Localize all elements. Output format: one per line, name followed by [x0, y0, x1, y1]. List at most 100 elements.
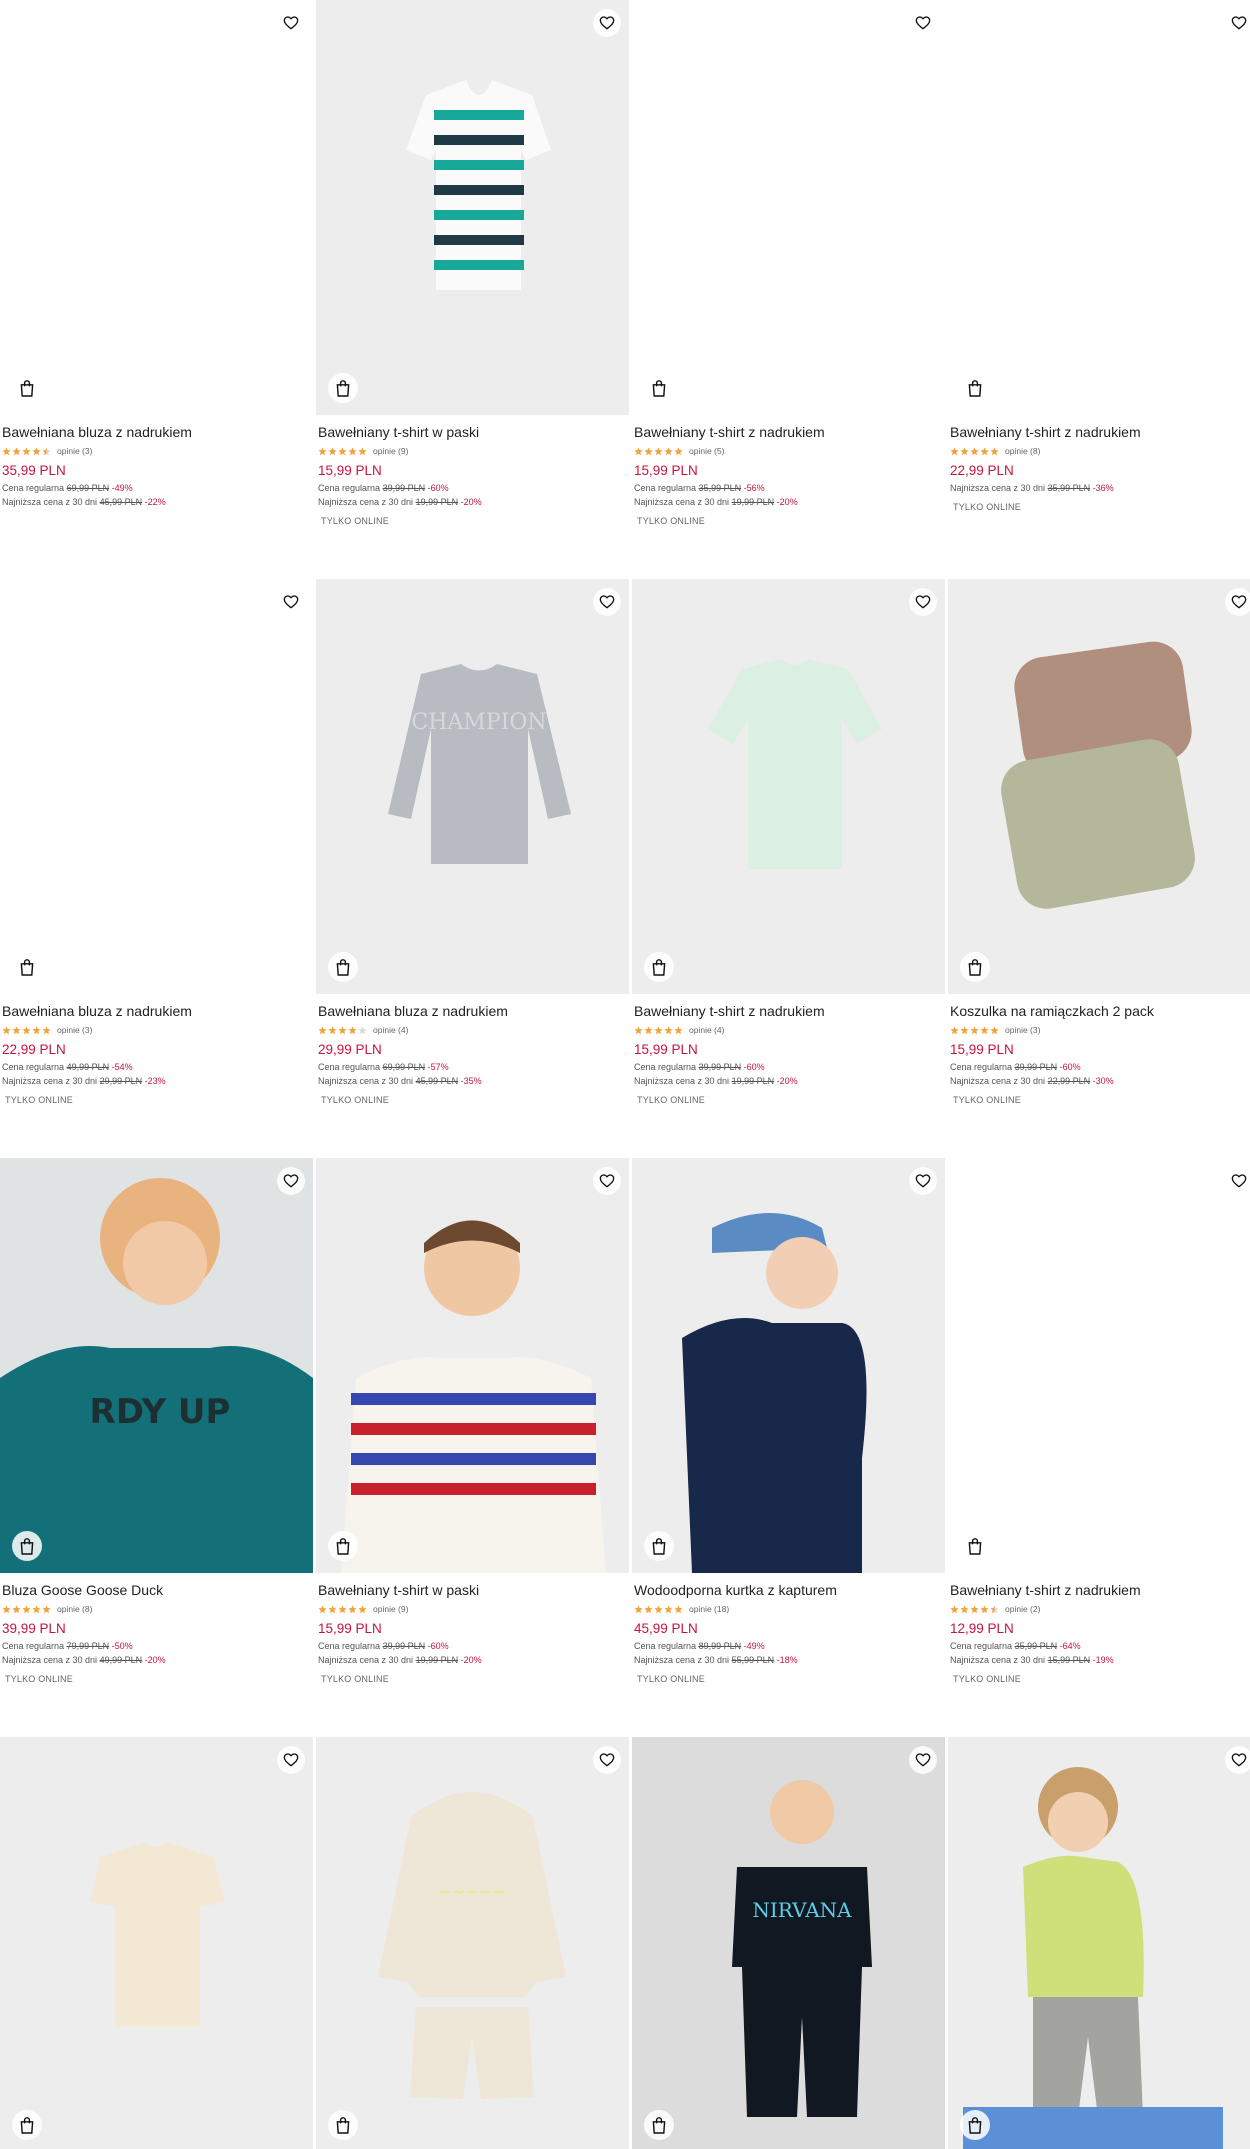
lowest-price-label: Najniższa cena z 30 dni	[950, 483, 1046, 493]
product-image[interactable]	[632, 0, 945, 415]
product-rating: opinie (3)	[950, 1024, 1250, 1036]
product-image[interactable]	[632, 579, 945, 994]
product-rating: opinie (2)	[950, 1603, 1250, 1615]
product-name[interactable]: Bawełniany t-shirt z nadrukiem	[950, 423, 1250, 441]
heart-outline-icon[interactable]	[277, 9, 305, 37]
product-name[interactable]: Koszulka na ramiączkach 2 pack	[950, 1002, 1250, 1020]
heart-outline-icon[interactable]	[277, 1167, 305, 1195]
heart-outline-icon[interactable]	[593, 1746, 621, 1774]
product-image[interactable]	[0, 579, 313, 994]
product-photo	[708, 659, 882, 869]
online-only-badge: TYLKO ONLINE	[953, 1674, 1021, 1684]
heart-outline-icon[interactable]	[1225, 1167, 1250, 1195]
product-image[interactable]: ~~~~~	[316, 1737, 629, 2149]
shopping-bag-icon[interactable]	[960, 1531, 990, 1561]
shopping-bag-icon[interactable]	[960, 2110, 990, 2140]
star-icon	[358, 1025, 367, 1034]
shopping-bag-icon[interactable]	[328, 952, 358, 982]
shopping-bag-icon[interactable]	[12, 952, 42, 982]
product-image[interactable]: RDY UP	[0, 1158, 313, 1573]
heart-outline-icon[interactable]	[909, 9, 937, 37]
heart-outline-icon[interactable]	[1225, 9, 1250, 37]
reviews-count[interactable]: opinie (2)	[1005, 1604, 1040, 1614]
product-image[interactable]	[0, 0, 313, 415]
heart-outline-icon[interactable]	[593, 1167, 621, 1195]
shopping-bag-icon[interactable]	[12, 1531, 42, 1561]
product-name[interactable]: Bawełniana bluza z nadrukiem	[318, 1002, 623, 1020]
star-icon	[318, 1604, 327, 1613]
heart-outline-icon[interactable]	[593, 9, 621, 37]
product-name[interactable]: Bawełniany t-shirt w paski	[318, 423, 623, 441]
product-rating: opinie (4)	[318, 1024, 623, 1036]
product-image[interactable]	[948, 0, 1250, 415]
shopping-bag-icon[interactable]	[960, 952, 990, 982]
shopping-bag-icon[interactable]	[960, 373, 990, 403]
shopping-bag-icon[interactable]	[328, 373, 358, 403]
heart-outline-icon[interactable]	[909, 1167, 937, 1195]
shopping-bag-icon[interactable]	[644, 373, 674, 403]
product-name[interactable]: Bawełniany t-shirt z nadrukiem	[634, 423, 939, 441]
product-image[interactable]	[316, 1158, 629, 1573]
shopping-bag-icon[interactable]	[644, 952, 674, 982]
product-image[interactable]: CHAMPION	[316, 579, 629, 994]
regular-price: 39,99 PLN	[382, 483, 426, 493]
reviews-count[interactable]: opinie (3)	[57, 1025, 92, 1035]
product-image[interactable]	[316, 0, 629, 415]
reviews-count[interactable]: opinie (4)	[373, 1025, 408, 1035]
shopping-bag-icon[interactable]	[12, 373, 42, 403]
reviews-count[interactable]: opinie (5)	[689, 446, 724, 456]
heart-outline-icon[interactable]	[277, 1746, 305, 1774]
shopping-bag-icon[interactable]	[328, 2110, 358, 2140]
product-name[interactable]: Bawełniany t-shirt z nadrukiem	[634, 1002, 939, 1020]
product-photo: NIRVANA	[632, 1737, 945, 2149]
product-name[interactable]: Bawełniana bluza z nadrukiem	[2, 1002, 307, 1020]
current-price: 15,99 PLN	[950, 1042, 1014, 1057]
reviews-count[interactable]: opinie (3)	[57, 446, 92, 456]
star-icon	[960, 446, 969, 455]
product-image[interactable]	[948, 1158, 1250, 1573]
product-name[interactable]: Bawełniany t-shirt z nadrukiem	[950, 1581, 1250, 1599]
heart-outline-icon[interactable]	[1225, 588, 1250, 616]
product-name[interactable]: Bluza Goose Goose Duck	[2, 1581, 307, 1599]
heart-outline-icon[interactable]	[593, 588, 621, 616]
online-only-badge: TYLKO ONLINE	[5, 1674, 73, 1684]
product-image[interactable]	[948, 1737, 1250, 2149]
star-icon	[980, 1025, 989, 1034]
rating-stars	[2, 1604, 51, 1614]
regular-price: 69,99 PLN	[382, 1062, 426, 1072]
heart-outline-icon[interactable]	[909, 588, 937, 616]
star-icon	[318, 1025, 327, 1034]
reviews-count[interactable]: opinie (3)	[1005, 1025, 1040, 1035]
heart-outline-icon[interactable]	[1225, 1746, 1250, 1774]
product-photo: CHAMPION	[388, 664, 571, 864]
product-image[interactable]	[0, 1737, 313, 2149]
star-icon	[2, 1025, 11, 1034]
lowest-price: 45,99 PLN	[99, 497, 143, 507]
shopping-bag-icon[interactable]	[328, 1531, 358, 1561]
lowest-price-line: Najniższa cena z 30 dni 19,99 PLN -20%	[318, 1655, 623, 1665]
current-price: 12,99 PLN	[950, 1621, 1014, 1636]
reviews-count[interactable]: opinie (4)	[689, 1025, 724, 1035]
reviews-count[interactable]: opinie (9)	[373, 1604, 408, 1614]
product-image[interactable]: NIRVANA	[632, 1737, 945, 2149]
product-info: Bawełniany t-shirt z nadrukiem opinie (2…	[950, 1581, 1250, 1684]
star-icon	[2, 446, 11, 455]
regular-price: 89,99 PLN	[698, 1641, 742, 1651]
reviews-count[interactable]: opinie (9)	[373, 446, 408, 456]
reviews-count[interactable]: opinie (8)	[57, 1604, 92, 1614]
product-image[interactable]	[632, 1158, 945, 1573]
shopping-bag-icon[interactable]	[12, 2110, 42, 2140]
shopping-bag-icon[interactable]	[644, 2110, 674, 2140]
heart-outline-icon[interactable]	[909, 1746, 937, 1774]
product-image[interactable]	[948, 579, 1250, 994]
lowest-price-label: Najniższa cena z 30 dni	[950, 1076, 1046, 1086]
reviews-count[interactable]: opinie (8)	[1005, 446, 1040, 456]
heart-outline-icon[interactable]	[277, 588, 305, 616]
product-name[interactable]: Bawełniany t-shirt w paski	[318, 1581, 623, 1599]
shopping-bag-icon[interactable]	[644, 1531, 674, 1561]
product-name[interactable]: Bawełniana bluza z nadrukiem	[2, 423, 307, 441]
reviews-count[interactable]: opinie (18)	[689, 1604, 729, 1614]
product-name[interactable]: Wodoodporna kurtka z kapturem	[634, 1581, 939, 1599]
star-icon	[674, 446, 683, 455]
star-icon	[22, 1025, 31, 1034]
